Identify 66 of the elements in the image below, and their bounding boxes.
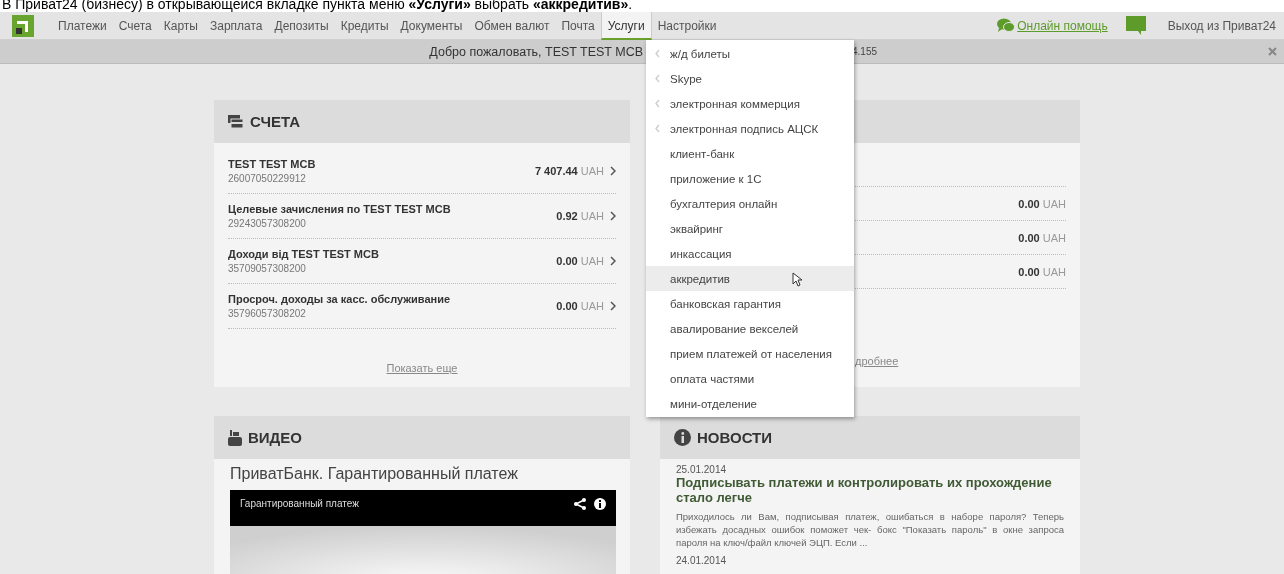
menu-item[interactable]: аккредитив	[646, 266, 854, 291]
nav-tab[interactable]: Документы	[394, 11, 469, 40]
account-name: Просроч. доходы за касс. обслуживание	[228, 293, 452, 305]
menu-item[interactable]: электронная коммерция	[646, 91, 854, 116]
account-name: Доходи від TEST TEST MCB	[228, 248, 380, 260]
chevron-right-icon[interactable]	[610, 256, 616, 266]
account-balance: 0.00 UAH	[556, 300, 604, 312]
menu-item[interactable]: авалирование векселей	[646, 316, 854, 341]
info-icon[interactable]	[594, 498, 606, 510]
menu-item[interactable]: клиент-банк	[646, 141, 854, 166]
nav-tab[interactable]: Карты	[157, 11, 204, 40]
account-number: 29243057308200	[228, 218, 307, 229]
cards-icon	[228, 114, 244, 129]
account-number: 35796057308202	[228, 308, 307, 319]
menu-item[interactable]: электронная подпись АЦСК	[646, 116, 854, 141]
chevron-right-icon[interactable]	[610, 211, 616, 221]
card-title: ВИДЕО	[248, 429, 302, 446]
last-login-text: 4.155	[852, 46, 878, 57]
card-title: НОВОСТИ	[697, 429, 773, 446]
menu-item[interactable]: приложение к 1С	[646, 166, 854, 191]
message-icon[interactable]	[1125, 16, 1146, 35]
nav-tab[interactable]: Счета	[112, 11, 158, 40]
menu-item[interactable]: оплата частями	[646, 366, 854, 391]
cursor-icon	[792, 272, 803, 287]
nav-tab[interactable]: Настройки	[651, 11, 723, 40]
news-date: 24.01.2014	[676, 555, 728, 566]
nav-tab[interactable]: Почта	[555, 11, 601, 40]
player-title: Гарантированный платеж	[240, 498, 360, 509]
account-balance: 0.00 UAH	[1018, 265, 1066, 278]
nav-tab[interactable]: Зарплата	[203, 11, 269, 40]
account-balance: 0.00 UAH	[1018, 231, 1066, 244]
account-number: 35709057308200	[228, 263, 307, 274]
menu-item[interactable]: прием платежей от населения	[646, 341, 854, 366]
chevron-right-icon[interactable]	[610, 166, 616, 176]
share-icon[interactable]	[574, 498, 586, 510]
nav-tab[interactable]: Кредиты	[334, 11, 395, 40]
news-text: Приходилось ли Вам, подписывая платеж, ошибаться в наборе пароля? Теперь избежать досадных ошибок поможет чек- бокс "Показать пароль" в окне запроса пароля на ключ/файл ключей ЭЦП. Если ...	[676, 510, 1064, 549]
account-balance: 0.00 UAH	[556, 255, 604, 267]
card-title: СЧЕТА	[250, 113, 301, 130]
menu-item[interactable]: эквайринг	[646, 216, 854, 241]
nav-tab[interactable]: Депозиты	[268, 11, 335, 40]
account-name: Целевые зачисления по TEST TEST MCB	[228, 203, 452, 215]
welcome-text: Добро пожаловать, TEST TEST MCB	[428, 44, 643, 59]
menu-item[interactable]: мини-отделение	[646, 391, 854, 416]
account-number: 26007050229912	[228, 173, 307, 184]
menu-item[interactable]: Skype	[646, 66, 854, 91]
menu-item[interactable]: инкассация	[646, 241, 854, 266]
account-balance: 0.92 UAH	[556, 210, 604, 222]
menu-item[interactable]: бухгалтерия онлайн	[646, 191, 854, 216]
menu-item[interactable]: банковская гарантия	[646, 291, 854, 316]
logout-link[interactable]: Выход из Приват24	[1167, 18, 1276, 33]
nav-tab[interactable]: Услуги	[600, 11, 652, 40]
video-title: ПриватБанк. Гарантированный платеж	[230, 465, 519, 483]
menu-item[interactable]: ж/д билеты	[646, 41, 854, 66]
nav-tab[interactable]: Платежи	[52, 11, 113, 40]
nav-tab[interactable]: Обмен валют	[468, 11, 556, 40]
info-icon	[674, 429, 691, 446]
chat-icon[interactable]	[997, 18, 1016, 33]
logo-icon[interactable]	[12, 14, 34, 37]
news-headline[interactable]: Подписывать платежи и контролировать их прохождение стало легче	[676, 475, 1064, 505]
news-date: 25.01.2014	[676, 464, 728, 475]
chevron-right-icon[interactable]	[610, 301, 616, 311]
video-player[interactable]: Гарантированный платеж	[230, 490, 616, 574]
account-balance: 7 407.44 UAH	[534, 165, 604, 177]
account-balance: 0.00 UAH	[1018, 197, 1066, 210]
account-name: TEST TEST MCB	[228, 158, 317, 170]
